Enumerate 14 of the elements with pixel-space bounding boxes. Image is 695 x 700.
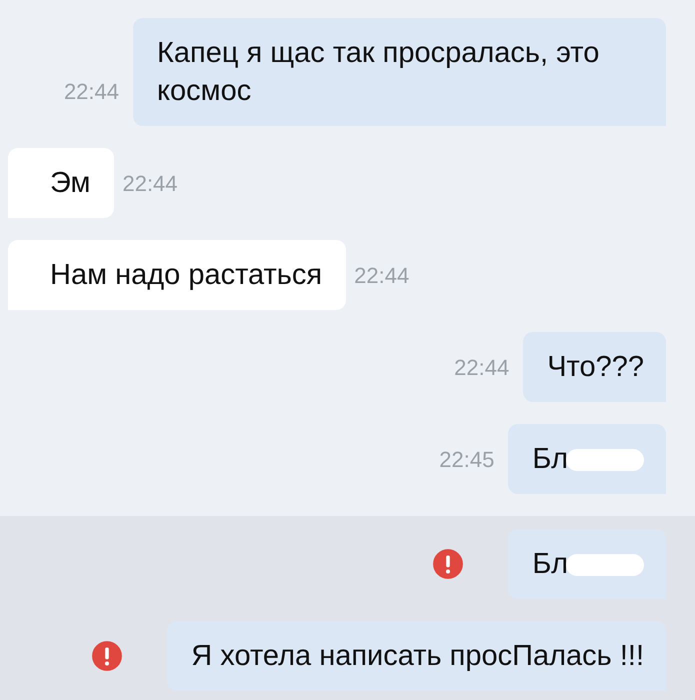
message-text: Капец я щас так просралась, это космос (157, 37, 600, 107)
error-icon[interactable] (91, 640, 124, 672)
message-text: Нам надо растаться (50, 259, 322, 291)
message-text: Эм (50, 167, 90, 199)
message-text: Что??? (547, 351, 644, 383)
message-time: 22:44 (64, 78, 119, 106)
message-time: 22:44 (354, 262, 410, 290)
message-text: Бл (532, 443, 568, 475)
message-text: Я хотела написать просПалась !!! (191, 640, 644, 672)
message-time: 22:45 (439, 446, 494, 474)
message-time: 22:44 (122, 170, 178, 198)
message-text: Бл (532, 548, 568, 580)
message-time: 22:44 (454, 354, 510, 382)
error-icon[interactable] (432, 548, 464, 580)
